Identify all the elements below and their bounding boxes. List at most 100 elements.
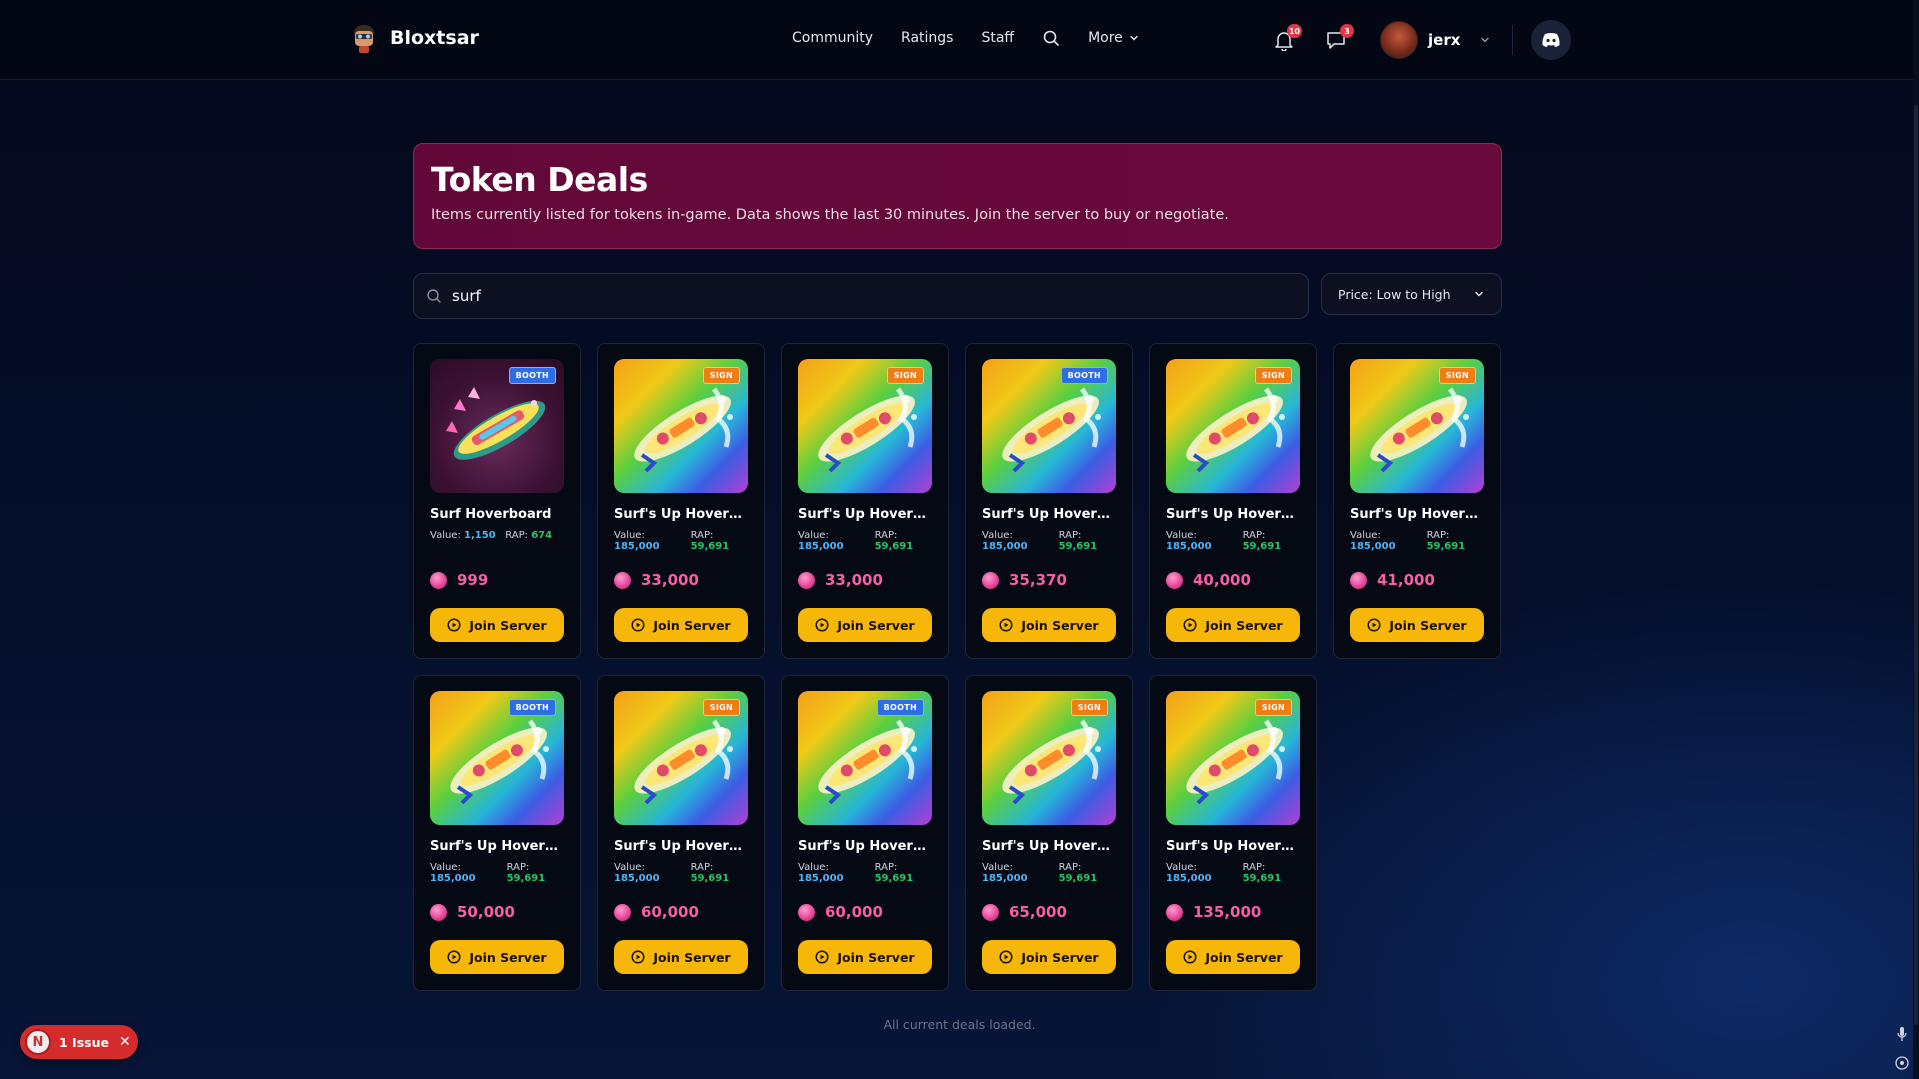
price-amount: 50,000 bbox=[457, 903, 515, 921]
nav-link-community[interactable]: Community bbox=[792, 30, 873, 46]
nav-link-ratings[interactable]: Ratings bbox=[901, 30, 953, 46]
search-icon[interactable] bbox=[1042, 29, 1060, 47]
join-server-label: Join Server bbox=[837, 949, 915, 965]
join-server-button[interactable]: Join Server bbox=[982, 608, 1116, 642]
rap-amount: 59,691 bbox=[1426, 541, 1466, 552]
scrollbar-thumb[interactable] bbox=[1914, 105, 1918, 1025]
price-amount: 33,000 bbox=[641, 571, 699, 589]
rap-amount: 59,691 bbox=[874, 541, 914, 552]
play-circle-icon bbox=[999, 950, 1013, 964]
item-thumbnail[interactable]: SIGN bbox=[982, 691, 1116, 825]
item-name[interactable]: Surf's Up Hoverboa... bbox=[1166, 839, 1302, 854]
play-circle-icon bbox=[815, 618, 829, 632]
item-name[interactable]: Surf's Up Hoverboa... bbox=[798, 507, 934, 522]
messages-button[interactable]: 3 bbox=[1322, 20, 1354, 60]
item-thumbnail[interactable]: SIGN bbox=[798, 359, 932, 493]
item-name[interactable]: Surf's Up Hoverboa... bbox=[982, 839, 1118, 854]
value-amount: 185,000 bbox=[614, 541, 660, 552]
user-menu[interactable]: jerx bbox=[1380, 21, 1490, 59]
join-server-button[interactable]: Join Server bbox=[430, 608, 564, 642]
item-thumbnail[interactable]: SIGN bbox=[1166, 359, 1300, 493]
token-icon bbox=[982, 903, 999, 921]
value-label: Value: bbox=[798, 530, 829, 541]
search-bar[interactable] bbox=[413, 273, 1309, 319]
microphone-icon[interactable] bbox=[1893, 1025, 1911, 1043]
item-name[interactable]: Surf's Up Hoverboa... bbox=[798, 839, 934, 854]
settings-icon[interactable] bbox=[1893, 1054, 1911, 1072]
close-icon[interactable]: ✕ bbox=[119, 1034, 131, 1050]
join-server-label: Join Server bbox=[1205, 617, 1283, 633]
listing-type-badge: SIGN bbox=[1070, 699, 1108, 716]
token-price: 40,000 bbox=[1166, 571, 1300, 589]
join-server-button[interactable]: Join Server bbox=[1166, 608, 1300, 642]
item-thumbnail[interactable]: BOOTH bbox=[430, 359, 564, 493]
value-label: Value: bbox=[1350, 530, 1381, 541]
item-thumbnail[interactable]: BOOTH bbox=[982, 359, 1116, 493]
item-thumbnail[interactable]: SIGN bbox=[614, 359, 748, 493]
token-price: 41,000 bbox=[1350, 571, 1484, 589]
join-server-label: Join Server bbox=[1205, 949, 1283, 965]
price-amount: 135,000 bbox=[1193, 903, 1262, 921]
join-server-button[interactable]: Join Server bbox=[982, 940, 1116, 974]
listing-type-badge: SIGN bbox=[702, 699, 740, 716]
item-thumbnail[interactable]: BOOTH bbox=[798, 691, 932, 825]
join-server-button[interactable]: Join Server bbox=[798, 940, 932, 974]
notifications-button[interactable]: 10 bbox=[1270, 20, 1302, 60]
deal-card: SIGN Surf's Up Hoverboa... Value: 185,00… bbox=[1149, 675, 1317, 991]
token-price: 60,000 bbox=[798, 903, 932, 921]
deal-card: SIGN Surf's Up Hoverboa... Value: 185,00… bbox=[781, 343, 949, 659]
chevron-down-icon bbox=[1130, 35, 1138, 41]
item-thumbnail[interactable]: SIGN bbox=[1350, 359, 1484, 493]
token-price: 33,000 bbox=[614, 571, 748, 589]
join-server-button[interactable]: Join Server bbox=[614, 940, 748, 974]
join-server-button[interactable]: Join Server bbox=[1350, 608, 1484, 642]
rap-label: RAP: bbox=[690, 862, 714, 873]
listing-type-badge: BOOTH bbox=[876, 699, 924, 716]
join-server-label: Join Server bbox=[653, 617, 731, 633]
deal-card: BOOTH Surf's Up Hoverboa... Value: 185,0… bbox=[781, 675, 949, 991]
brand-logo-icon bbox=[354, 25, 374, 53]
item-stats: Value: 185,000 RAP: 59,691 bbox=[614, 862, 748, 892]
play-circle-icon bbox=[1183, 618, 1197, 632]
brand[interactable]: Bloxtsar bbox=[350, 22, 479, 54]
token-icon bbox=[1350, 571, 1367, 589]
discord-button[interactable] bbox=[1531, 20, 1572, 60]
listing-type-badge: BOOTH bbox=[508, 699, 556, 716]
rap-label: RAP: bbox=[690, 530, 714, 541]
item-name[interactable]: Surf's Up Hoverboa... bbox=[614, 839, 750, 854]
rap-label: RAP: bbox=[1058, 530, 1082, 541]
page-header-banner: Token Deals Items currently listed for t… bbox=[413, 143, 1502, 249]
item-name[interactable]: Surf's Up Hoverboa... bbox=[430, 839, 566, 854]
token-icon bbox=[614, 571, 631, 589]
item-name[interactable]: Surf Hoverboard bbox=[430, 507, 566, 522]
item-name[interactable]: Surf's Up Hoverboa... bbox=[1350, 507, 1486, 522]
nav-more-menu[interactable]: More bbox=[1088, 30, 1139, 46]
item-thumbnail[interactable]: SIGN bbox=[614, 691, 748, 825]
scrollbar[interactable] bbox=[1913, 0, 1919, 1079]
rap-amount: 59,691 bbox=[1058, 541, 1098, 552]
join-server-label: Join Server bbox=[1021, 949, 1099, 965]
play-circle-icon bbox=[999, 618, 1013, 632]
value-label: Value: bbox=[430, 862, 461, 873]
sort-select[interactable]: Price: Low to High bbox=[1321, 273, 1502, 315]
item-name[interactable]: Surf's Up Hoverboa... bbox=[982, 507, 1118, 522]
issue-indicator[interactable]: N 1 Issue ✕ bbox=[20, 1025, 138, 1059]
item-name[interactable]: Surf's Up Hoverboa... bbox=[614, 507, 750, 522]
issue-label: 1 Issue bbox=[59, 1034, 109, 1050]
rap-amount: 59,691 bbox=[1242, 873, 1282, 884]
item-thumbnail[interactable]: BOOTH bbox=[430, 691, 564, 825]
rap-amount: 59,691 bbox=[690, 541, 730, 552]
item-thumbnail[interactable]: SIGN bbox=[1166, 691, 1300, 825]
join-server-button[interactable]: Join Server bbox=[1166, 940, 1300, 974]
item-name[interactable]: Surf's Up Hoverboa... bbox=[1166, 507, 1302, 522]
rap-amount: 59,691 bbox=[690, 873, 730, 884]
rap-label: RAP: bbox=[506, 862, 530, 873]
search-input[interactable] bbox=[452, 287, 1252, 305]
join-server-button[interactable]: Join Server bbox=[798, 608, 932, 642]
join-server-button[interactable]: Join Server bbox=[430, 940, 564, 974]
nav-link-staff[interactable]: Staff bbox=[981, 30, 1014, 46]
deal-card: SIGN Surf's Up Hoverboa... Value: 185,00… bbox=[1333, 343, 1501, 659]
nav-more-label: More bbox=[1088, 30, 1123, 46]
value-label: Value: bbox=[982, 530, 1013, 541]
join-server-button[interactable]: Join Server bbox=[614, 608, 748, 642]
